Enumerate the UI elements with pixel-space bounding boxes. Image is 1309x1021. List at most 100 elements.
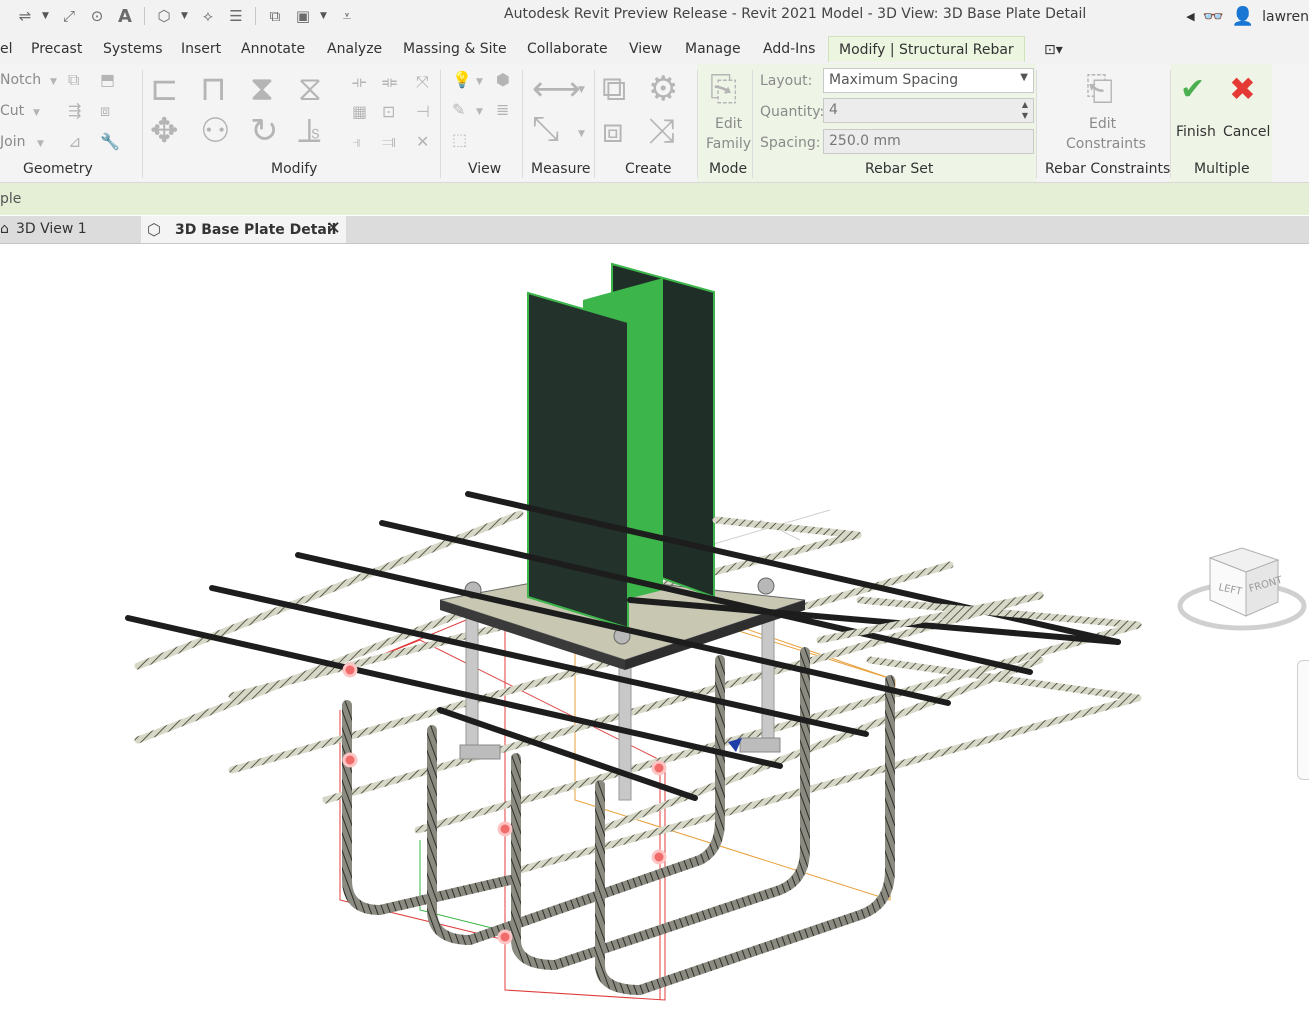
- demolish-icon[interactable]: ⊿: [68, 134, 81, 150]
- chevron-down-icon[interactable]: ▼: [37, 136, 44, 152]
- create-similar-icon[interactable]: ⧈: [602, 114, 624, 148]
- navigation-bar-edge[interactable]: [1297, 660, 1309, 780]
- chevron-down-icon[interactable]: ▼: [476, 104, 483, 120]
- chevron-down-icon[interactable]: ▼: [320, 11, 330, 21]
- chevron-down-icon[interactable]: ▼: [476, 74, 483, 90]
- 3d-view-icon[interactable]: ⬡: [153, 5, 175, 27]
- mirror-axis-icon[interactable]: ⧗: [250, 72, 274, 106]
- customize-icon[interactable]: ⩡: [336, 5, 358, 27]
- lightbulb-icon[interactable]: 💡: [452, 72, 472, 88]
- edit-family-icon[interactable]: ⎘: [710, 72, 737, 106]
- create-group-icon[interactable]: ⤨: [648, 114, 675, 148]
- split-icon[interactable]: ⟛: [352, 74, 367, 90]
- spacing-field[interactable]: 250.0 mm: [823, 129, 1034, 154]
- tab-massing-site[interactable]: Massing & Site: [403, 41, 507, 57]
- trim-multiple-icon[interactable]: ⫥: [382, 134, 396, 150]
- layout-select[interactable]: Maximum Spacing ▼: [823, 68, 1034, 93]
- tab-systems[interactable]: Systems: [103, 41, 163, 57]
- tab-modify-structural-rebar[interactable]: Modify | Structural Rebar: [828, 36, 1025, 62]
- mirror-draw-icon[interactable]: ⧖: [298, 72, 322, 106]
- chevron-down-icon[interactable]: ▼: [33, 105, 40, 121]
- join-geometry-icon[interactable]: 🔧: [100, 134, 120, 150]
- tab-model[interactable]: el: [0, 41, 13, 57]
- cut-button[interactable]: Cut: [0, 103, 24, 119]
- tab-view[interactable]: View: [629, 41, 662, 57]
- align-icon[interactable]: ⊏: [150, 72, 179, 106]
- override-graphics-icon[interactable]: ⬢: [496, 72, 510, 88]
- panel-title-view: View: [468, 161, 502, 177]
- paint-icon[interactable]: ⧈: [100, 103, 110, 119]
- thin-lines-icon[interactable]: ≣: [496, 102, 509, 118]
- cancel-x-icon[interactable]: ✖: [1229, 70, 1256, 108]
- chevron-down-icon: ▼: [1020, 72, 1028, 83]
- tag-icon[interactable]: ⊙: [86, 5, 108, 27]
- tab-annotate[interactable]: Annotate: [241, 41, 305, 57]
- tab-manage[interactable]: Manage: [685, 41, 741, 57]
- view-tab-3d-view-1[interactable]: 3D View 1: [16, 221, 87, 237]
- ribbon-toggle-icon[interactable]: ⊡▾: [1044, 42, 1063, 58]
- tab-add-ins[interactable]: Add-Ins: [763, 41, 815, 57]
- pin-icon[interactable]: ⤧: [416, 74, 429, 90]
- edit-constraints-icon[interactable]: ⎗: [1086, 72, 1113, 106]
- panel-title-geometry: Geometry: [23, 161, 93, 177]
- divider: [594, 70, 595, 178]
- chevron-down-icon[interactable]: ▼: [50, 74, 57, 90]
- 3d-viewport[interactable]: LEFT FRONT: [0, 244, 1309, 1017]
- spinner-icon[interactable]: ▲ ▼: [1022, 99, 1028, 121]
- thin-lines-icon[interactable]: ☰: [225, 5, 247, 27]
- linework-icon[interactable]: ✎: [452, 102, 465, 118]
- split-face-icon[interactable]: ⇶: [68, 103, 81, 119]
- quantity-stepper[interactable]: 4 ▲ ▼: [823, 98, 1034, 123]
- split-gap-icon[interactable]: ⟚: [382, 74, 397, 90]
- edit-family-button[interactable]: Edit: [715, 116, 742, 132]
- view-cube[interactable]: LEFT FRONT: [1176, 544, 1309, 640]
- finish-check-icon[interactable]: ✔: [1180, 72, 1205, 107]
- array-icon[interactable]: ▦: [352, 104, 367, 120]
- measure-icon[interactable]: ⤢: [58, 5, 80, 27]
- cancel-button[interactable]: Cancel: [1223, 124, 1270, 140]
- section-icon[interactable]: ⟡: [197, 5, 219, 27]
- eraser-icon[interactable]: ⬚: [452, 132, 467, 148]
- rotate-icon[interactable]: ↻: [250, 114, 279, 148]
- user-icon[interactable]: 👤: [1232, 6, 1254, 27]
- user-name[interactable]: lawren: [1262, 9, 1309, 25]
- view-cube-graphic[interactable]: LEFT FRONT: [1176, 544, 1309, 636]
- notch-button[interactable]: Notch: [0, 72, 41, 88]
- chevron-down-icon[interactable]: ▼: [42, 11, 52, 21]
- edit-constraints-button[interactable]: Edit: [1089, 116, 1116, 132]
- join-button[interactable]: Join: [0, 134, 25, 150]
- create-parts-icon[interactable]: ⚙: [648, 72, 678, 106]
- caret-left-icon[interactable]: ◀: [1186, 10, 1194, 23]
- 3d-model-drawing[interactable]: [0, 244, 1309, 1017]
- hatch-icon[interactable]: ⇌: [14, 5, 36, 27]
- binoculars-icon[interactable]: 👓: [1203, 7, 1224, 27]
- cope-icon[interactable]: ⧉: [68, 72, 79, 88]
- trim-extend-icon[interactable]: ⫣: [352, 134, 362, 150]
- close-icon[interactable]: ✕: [326, 218, 341, 239]
- unpin-icon[interactable]: ⊣: [416, 104, 430, 120]
- switch-windows-icon[interactable]: ▣: [292, 5, 314, 27]
- spacing-value: 250.0 mm: [829, 133, 901, 149]
- aligned-dimension-icon[interactable]: ⤡: [532, 112, 559, 146]
- tab-precast[interactable]: Precast: [31, 41, 82, 57]
- measure-between-icon[interactable]: ⟷: [532, 72, 581, 106]
- wall-joins-icon[interactable]: ⬒: [100, 72, 115, 88]
- text-icon[interactable]: A: [114, 5, 136, 27]
- scale-icon[interactable]: ⊡: [382, 104, 395, 120]
- copy-icon[interactable]: ⚇: [200, 114, 230, 148]
- finish-button[interactable]: Finish: [1176, 124, 1216, 140]
- offset-icon[interactable]: ⊓: [200, 72, 227, 106]
- delete-icon[interactable]: ✕: [416, 134, 429, 150]
- move-icon[interactable]: ✥: [150, 114, 179, 148]
- chevron-down-icon[interactable]: ▼: [578, 126, 585, 142]
- trim-icon[interactable]: ⫡: [298, 114, 321, 148]
- tab-collaborate[interactable]: Collaborate: [527, 41, 608, 57]
- view-tab-3d-base-plate-detail[interactable]: ⬡ 3D Base Plate Detail ✕: [141, 216, 346, 243]
- tab-analyze[interactable]: Analyze: [327, 41, 382, 57]
- chevron-down-icon[interactable]: ▼: [181, 11, 191, 21]
- tab-insert[interactable]: Insert: [181, 41, 221, 57]
- create-assembly-icon[interactable]: ⧉: [602, 72, 626, 106]
- divider: [752, 70, 753, 178]
- chevron-down-icon[interactable]: ▼: [578, 82, 585, 98]
- close-windows-icon[interactable]: ⧉: [264, 5, 286, 27]
